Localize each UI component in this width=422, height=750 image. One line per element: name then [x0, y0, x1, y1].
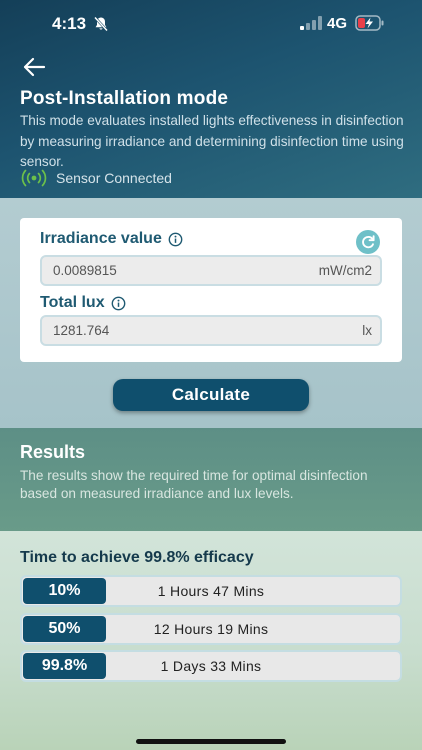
result-percent-badge: 99.8% — [23, 653, 106, 679]
header: 4:13 4G Post-Installation mode This mode… — [0, 0, 422, 198]
irradiance-input[interactable]: 0.0089815 mW/cm2 — [40, 255, 382, 286]
info-icon[interactable] — [168, 232, 183, 247]
info-icon[interactable] — [111, 296, 126, 311]
result-time: 1 Hours 47 Mins — [157, 583, 265, 599]
wireless-signal-icon — [21, 169, 47, 187]
status-bar: 4:13 4G — [0, 0, 422, 46]
status-time: 4:13 — [52, 14, 87, 33]
efficacy-title: Time to achieve 99.8% efficacy — [20, 549, 254, 566]
result-time: 12 Hours 19 Mins — [153, 621, 269, 637]
result-percent-badge: 10% — [23, 578, 106, 604]
calculate-button[interactable]: Calculate — [113, 379, 309, 411]
battery-charging-icon — [355, 15, 384, 31]
irradiance-label: Irradiance value — [40, 230, 183, 248]
sensor-status: Sensor Connected — [20, 169, 172, 187]
home-indicator[interactable] — [136, 739, 286, 744]
signal-icon — [300, 16, 322, 30]
refresh-icon[interactable] — [356, 230, 380, 254]
lux-label: Total lux — [40, 294, 126, 312]
sensor-status-label: Sensor Connected — [56, 170, 172, 186]
network-label: 4G — [327, 15, 348, 32]
result-row: 99.8% 1 Days 33 Mins — [20, 650, 402, 682]
page-title: Post-Installation mode — [20, 88, 229, 109]
result-row: 50% 12 Hours 19 Mins — [20, 613, 402, 645]
result-time: 1 Days 33 Mins — [160, 658, 262, 674]
bell-slash-icon — [94, 16, 108, 32]
lux-input[interactable]: 1281.764 lx — [40, 315, 382, 346]
lux-unit: lx — [362, 323, 372, 338]
lux-value: 1281.764 — [53, 323, 110, 338]
irradiance-label-text: Irradiance value — [40, 230, 162, 247]
results-title: Results — [20, 442, 86, 462]
lux-label-text: Total lux — [40, 294, 105, 311]
irradiance-unit: mW/cm2 — [318, 263, 372, 278]
back-arrow-icon[interactable] — [22, 56, 46, 78]
result-row: 10% 1 Hours 47 Mins — [20, 575, 402, 607]
irradiance-value: 0.0089815 — [53, 263, 117, 278]
measurement-section: Irradiance value 0.0089815 mW/cm2 Total … — [0, 198, 422, 428]
screen: 4:13 4G Post-Installation mode This mode… — [0, 0, 422, 750]
results-header: Results The results show the required ti… — [0, 428, 422, 531]
results-description: The results show the required time for o… — [20, 468, 368, 501]
page-description: This mode evaluates installed lights eff… — [20, 113, 404, 169]
measurement-card: Irradiance value 0.0089815 mW/cm2 Total … — [20, 218, 402, 362]
results-body: Time to achieve 99.8% efficacy 10% 1 Hou… — [0, 531, 422, 750]
result-percent-badge: 50% — [23, 616, 106, 642]
